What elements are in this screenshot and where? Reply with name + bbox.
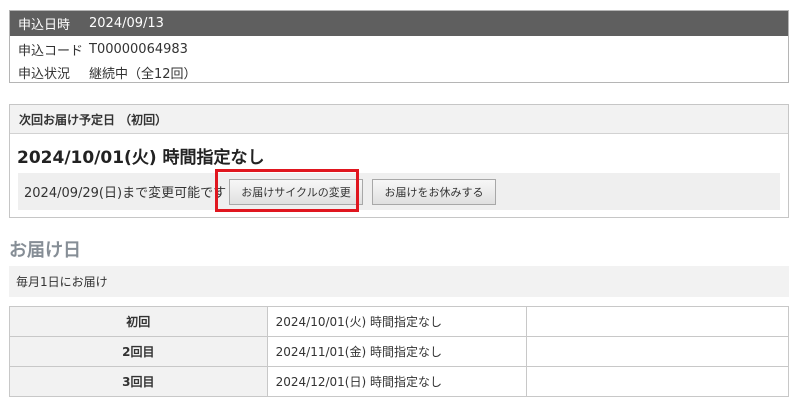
delivery-schedule-table: 初回 2024/10/01(火) 時間指定なし 2回目 2024/11/01(金…	[9, 306, 789, 397]
empty-cell	[526, 336, 789, 367]
order-date-value: 2024/09/13	[89, 16, 164, 31]
delivery-number-cell: 3回目	[9, 366, 268, 397]
monthly-delivery-note: 毎月1日にお届け	[9, 266, 789, 297]
next-delivery-heading: 次回お届け予定日 （初回）	[10, 105, 788, 134]
order-code-value: T00000064983	[89, 42, 188, 57]
change-options-bar: 2024/09/29(日)まで変更可能です お届けサイクルの変更 お届けをお休み…	[18, 173, 780, 210]
delivery-date-cell: 2024/10/01(火) 時間指定なし	[266, 306, 528, 337]
delivery-date-cell: 2024/11/01(金) 時間指定なし	[266, 336, 528, 367]
order-status-value: 継続中（全12回）	[89, 67, 197, 82]
delivery-date-cell: 2024/12/01(日) 時間指定なし	[266, 366, 528, 397]
change-deadline-note: 2024/09/29(日)まで変更可能です	[24, 186, 227, 201]
order-code-label: 申込コード	[18, 44, 84, 59]
table-row: 2回目 2024/11/01(金) 時間指定なし	[9, 336, 789, 367]
empty-cell	[526, 366, 789, 397]
empty-cell	[526, 306, 789, 337]
next-delivery-date: 2024/10/01(火) 時間指定なし	[17, 148, 265, 168]
order-status-row: 申込状況 継続中（全12回）	[10, 61, 788, 84]
order-code-row: 申込コード T00000064983	[10, 38, 788, 61]
order-date-label: 申込日時	[18, 18, 71, 33]
order-status-label: 申込状況	[18, 67, 71, 82]
delivery-number-cell: 初回	[9, 306, 268, 337]
order-summary-card: 申込日時 2024/09/13 申込コード T00000064983 申込状況 …	[9, 10, 789, 83]
next-delivery-card: 次回お届け予定日 （初回） 2024/10/01(火) 時間指定なし 2024/…	[9, 104, 789, 218]
table-row: 初回 2024/10/01(火) 時間指定なし	[9, 306, 789, 337]
table-row: 3回目 2024/12/01(日) 時間指定なし	[9, 366, 789, 397]
order-date-row: 申込日時 2024/09/13	[10, 11, 788, 36]
pause-delivery-button[interactable]: お届けをお休みする	[372, 178, 496, 205]
change-cycle-button[interactable]: お届けサイクルの変更	[229, 178, 363, 205]
delivery-section-title: お届け日	[9, 240, 81, 261]
delivery-number-cell: 2回目	[9, 336, 268, 367]
